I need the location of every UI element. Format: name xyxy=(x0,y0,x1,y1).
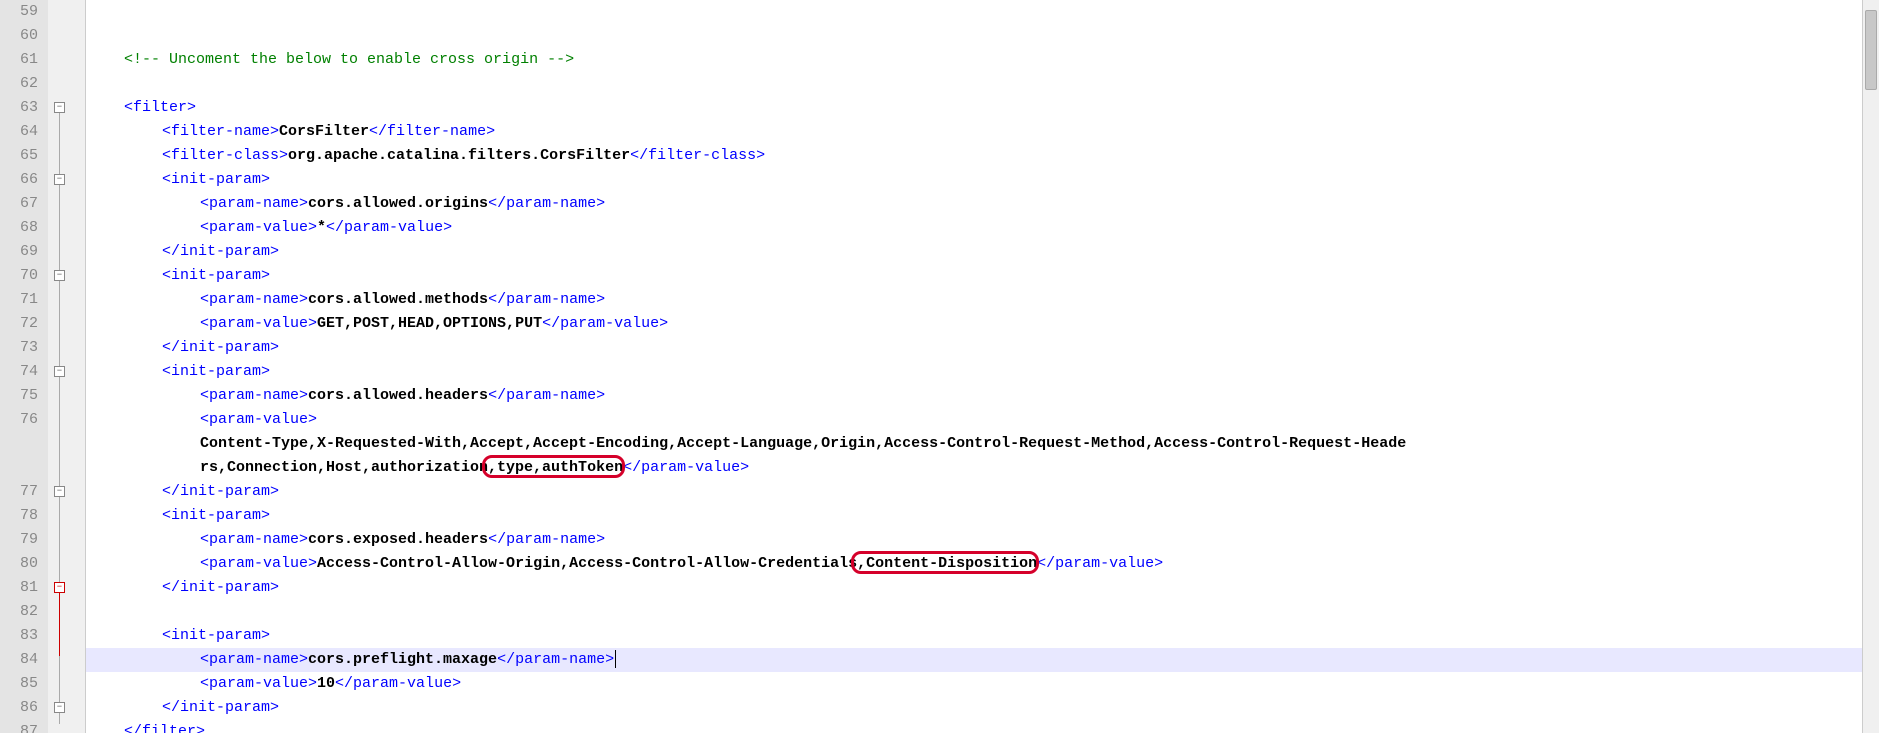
line-number: 85 xyxy=(0,672,42,696)
line-number: 72 xyxy=(0,312,42,336)
init-param-open: <init-param> xyxy=(162,267,270,284)
init-param-open: <init-param> xyxy=(162,363,270,380)
line-number: 84 xyxy=(0,648,42,672)
line-number: 70 xyxy=(0,264,42,288)
tag: </param-value> xyxy=(335,675,461,692)
line-number: 82 xyxy=(0,600,42,624)
line-number: 69 xyxy=(0,240,42,264)
tag: <param-value> xyxy=(200,219,317,236)
tag: <filter-name> xyxy=(162,123,279,140)
filter-name-value: CorsFilter xyxy=(279,123,369,140)
fold-toggle[interactable]: − xyxy=(54,366,65,377)
tag: <param-value> xyxy=(200,315,317,332)
line-number: 71 xyxy=(0,288,42,312)
line-number-gutter: 596061626364656667686970717273747576 7778… xyxy=(0,0,48,733)
text-caret xyxy=(615,650,616,668)
line-number: 80 xyxy=(0,552,42,576)
xml-comment: <!-- Uncoment the below to enable cross … xyxy=(124,51,574,68)
fold-toggle[interactable]: − xyxy=(54,702,65,713)
line-number: 81 xyxy=(0,576,42,600)
tag: </filter-name> xyxy=(369,123,495,140)
line-number: 64 xyxy=(0,120,42,144)
tag: <param-value> xyxy=(200,411,317,428)
line-number: 78 xyxy=(0,504,42,528)
param-value-value: Access-Control-Allow-Origin,Access-Contr… xyxy=(317,555,857,572)
fold-toggle[interactable]: − xyxy=(54,270,65,281)
init-param-close: </init-param> xyxy=(162,579,279,596)
fold-column: − − − − − − − xyxy=(48,0,86,733)
line-number: 59 xyxy=(0,0,42,24)
line-number: 87 xyxy=(0,720,42,733)
param-name-value: cors.preflight.maxage xyxy=(308,651,497,668)
tag: <param-name> xyxy=(200,291,308,308)
param-name-value: cors.allowed.methods xyxy=(308,291,488,308)
fold-toggle[interactable]: − xyxy=(54,102,65,113)
init-param-close: </init-param> xyxy=(162,243,279,260)
line-number: 79 xyxy=(0,528,42,552)
line-number xyxy=(0,432,42,456)
line-number: 62 xyxy=(0,72,42,96)
tag: <param-value> xyxy=(200,675,317,692)
line-number: 76 xyxy=(0,408,42,432)
line-number: 86 xyxy=(0,696,42,720)
vertical-scrollbar[interactable] xyxy=(1862,0,1879,733)
line-number: 60 xyxy=(0,24,42,48)
tag: </param-value> xyxy=(326,219,452,236)
tag: </param-value> xyxy=(1037,555,1163,572)
line-number xyxy=(0,456,42,480)
filter-open-tag: <filter> xyxy=(124,99,196,116)
tag: </param-name> xyxy=(488,291,605,308)
tag: </param-value> xyxy=(542,315,668,332)
init-param-open: <init-param> xyxy=(162,507,270,524)
code-editor: 596061626364656667686970717273747576 7778… xyxy=(0,0,1879,733)
line-number: 68 xyxy=(0,216,42,240)
tag: </param-name> xyxy=(488,387,605,404)
tag: <filter-class> xyxy=(162,147,288,164)
param-name-value: cors.allowed.origins xyxy=(308,195,488,212)
param-value-value: GET,POST,HEAD,OPTIONS,PUT xyxy=(317,315,542,332)
init-param-open: <init-param> xyxy=(162,627,270,644)
tag: </param-value> xyxy=(623,459,749,476)
tag: <param-value> xyxy=(200,555,317,572)
line-number: 66 xyxy=(0,168,42,192)
param-name-value: cors.exposed.headers xyxy=(308,531,488,548)
line-number: 73 xyxy=(0,336,42,360)
init-param-close: </init-param> xyxy=(162,699,279,716)
line-number: 65 xyxy=(0,144,42,168)
line-number: 61 xyxy=(0,48,42,72)
fold-toggle[interactable]: − xyxy=(54,582,65,593)
tag: <param-name> xyxy=(200,195,308,212)
line-number: 67 xyxy=(0,192,42,216)
current-line: <param-name>cors.preflight.maxage</param… xyxy=(86,648,1879,672)
tag: <param-name> xyxy=(200,531,308,548)
param-value-value: 10 xyxy=(317,675,335,692)
init-param-open: <init-param> xyxy=(162,171,270,188)
param-value-wrapped: Content-Type,X-Requested-With,Accept,Acc… xyxy=(200,435,1406,452)
line-number: 75 xyxy=(0,384,42,408)
line-number: 77 xyxy=(0,480,42,504)
tag: </param-name> xyxy=(488,531,605,548)
fold-toggle[interactable]: − xyxy=(54,486,65,497)
init-param-close: </init-param> xyxy=(162,339,279,356)
tag: <param-name> xyxy=(200,387,308,404)
tag: </param-name> xyxy=(497,651,614,668)
line-number: 74 xyxy=(0,360,42,384)
param-name-value: cors.allowed.headers xyxy=(308,387,488,404)
tag: </param-name> xyxy=(488,195,605,212)
init-param-close: </init-param> xyxy=(162,483,279,500)
filter-class-value: org.apache.catalina.filters.CorsFilter xyxy=(288,147,630,164)
line-number: 63 xyxy=(0,96,42,120)
param-value-wrapped: rs,Connection,Host,authorization xyxy=(200,459,488,476)
highlighted-type-authtoken: ,type,authToken xyxy=(488,459,623,476)
scrollbar-thumb[interactable] xyxy=(1865,10,1877,90)
tag: </filter-class> xyxy=(630,147,765,164)
highlighted-content-disposition: ,Content-Disposition xyxy=(857,555,1037,572)
param-value-value: * xyxy=(317,219,326,236)
line-number: 83 xyxy=(0,624,42,648)
code-area[interactable]: <!-- Uncoment the below to enable cross … xyxy=(86,0,1879,733)
filter-close-tag: </filter> xyxy=(124,723,205,733)
fold-toggle[interactable]: − xyxy=(54,174,65,185)
tag: <param-name> xyxy=(200,651,308,668)
